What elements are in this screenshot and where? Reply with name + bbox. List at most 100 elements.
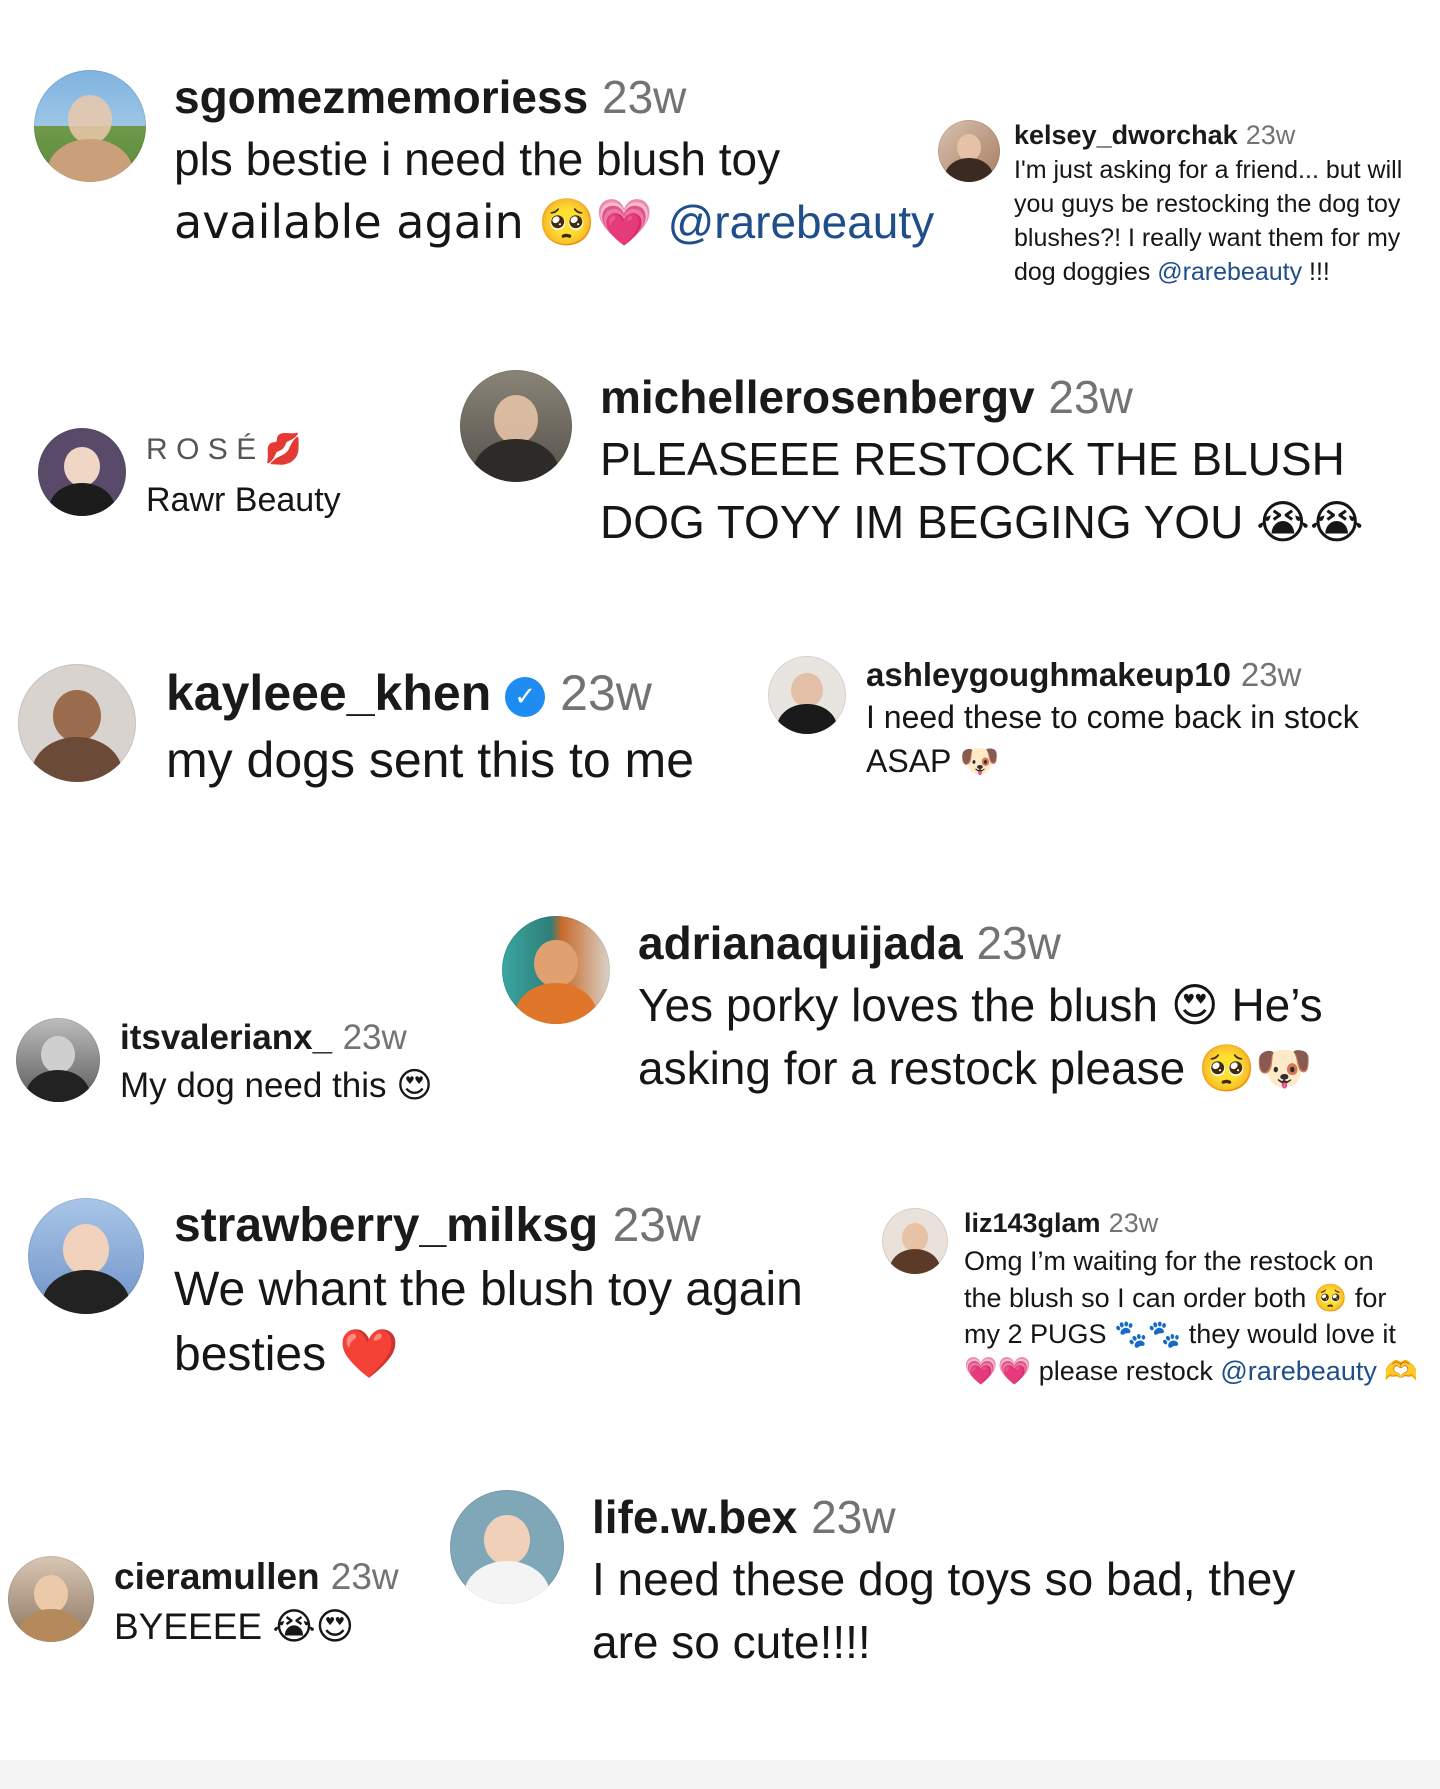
comment-text: I'm just asking for a friend... but will… — [1014, 153, 1402, 289]
comment-header: itsvalerianx_ 23w — [120, 1018, 433, 1058]
comment-ashleygoughmakeup10: ashleygoughmakeup10 23w I need these to c… — [768, 656, 1359, 783]
avatar[interactable] — [450, 1490, 564, 1604]
username[interactable]: michellerosenbergv — [600, 371, 1035, 423]
comment-rose: ROSÉ💋 Rawr Beauty — [38, 428, 341, 523]
comment-line: dog doggies @rarebeauty !!! — [1014, 258, 1330, 286]
comment-header: michellerosenbergv 23w — [600, 370, 1364, 424]
avatar[interactable] — [882, 1208, 948, 1274]
comment-line: I'm just asking for a friend... but will — [1014, 156, 1403, 184]
comment-line: I need these to come back in stock — [866, 699, 1359, 735]
timestamp: 23w — [1245, 120, 1296, 150]
verified-badge-icon: ✓ — [505, 676, 546, 717]
comment-line: PLEASEEE RESTOCK THE BLUSH — [600, 433, 1345, 485]
comment-michellerosenbergv: michellerosenbergv 23w PLEASEEE RESTOCK T… — [460, 370, 1364, 553]
comment-line: available again 🥺💗 @rarebeauty — [174, 194, 935, 249]
avatar[interactable] — [18, 664, 136, 782]
comment-line: Omg I’m waiting for the restock on — [964, 1246, 1374, 1276]
timestamp: 23w — [1108, 1208, 1159, 1238]
username[interactable]: sgomezmemoriess — [174, 71, 588, 123]
comment-line: I need these dog toys so bad, they — [592, 1553, 1296, 1605]
comment-text: Omg I’m waiting for the restock on the b… — [964, 1243, 1418, 1390]
comment-text: Rawr Beauty — [146, 477, 341, 523]
username[interactable]: strawberry_milksg — [174, 1199, 598, 1252]
comment-text: I need these dog toys so bad, they are s… — [592, 1548, 1295, 1673]
mention-link[interactable]: @rarebeauty — [1157, 258, 1302, 286]
comment-line: my dogs sent this to me — [166, 732, 695, 788]
comment-line: pls bestie i need the blush toy — [174, 133, 781, 185]
timestamp: 23w — [811, 1491, 896, 1543]
avatar[interactable] — [16, 1018, 100, 1102]
username[interactable]: kayleee_khen — [166, 665, 491, 721]
comment-liz143glam: liz143glam 23w Omg I’m waiting for the re… — [882, 1208, 1418, 1390]
lips-icon: 💋 — [264, 432, 302, 467]
mention-link[interactable]: @rarebeauty — [668, 196, 935, 248]
username[interactable]: liz143glam — [964, 1208, 1101, 1238]
comment-itsvalerianx: itsvalerianx_ 23w My dog need this 😍 — [16, 1018, 433, 1110]
comment-life-w-bex: life.w.bex 23w I need these dog toys so b… — [450, 1490, 1295, 1673]
comment-text: my dogs sent this to me — [166, 726, 694, 794]
timestamp: 23w — [601, 71, 687, 123]
comment-text: BYEEEE 😭😍 — [114, 1602, 399, 1652]
comment-line: Rawr Beauty — [146, 481, 341, 519]
username[interactable]: adrianaquijada — [638, 917, 963, 969]
comment-header: ashleygoughmakeup10 23w — [866, 656, 1359, 694]
comment-text: I need these to come back in stock ASAP … — [866, 696, 1359, 783]
comment-header: kayleee_khen ✓ 23w — [166, 664, 694, 722]
avatar[interactable] — [34, 70, 146, 182]
comment-strawberry-milksg: strawberry_milksg 23w We whant the blush … — [28, 1198, 803, 1388]
comment-text: PLEASEEE RESTOCK THE BLUSH DOG TOYY IM B… — [600, 428, 1364, 553]
comment-header: cieramullen 23w — [114, 1556, 399, 1598]
avatar[interactable] — [38, 428, 126, 516]
comment-text: We whant the blush toy again besties ❤️ — [174, 1257, 803, 1388]
username[interactable]: kelsey_dworchak — [1014, 120, 1238, 150]
comment-cieramullen: cieramullen 23w BYEEEE 😭😍 — [8, 1556, 399, 1652]
timestamp: 23w — [612, 1199, 701, 1252]
comment-line: 💗💗 please restock @rarebeauty 🫶 — [964, 1356, 1418, 1387]
username[interactable]: cieramullen — [114, 1556, 320, 1597]
avatar[interactable] — [502, 916, 610, 1024]
comment-line: are so cute!!!! — [592, 1615, 871, 1668]
comment-header: ROSÉ💋 — [146, 432, 341, 467]
comment-line: you guys be restocking the dog toy — [1014, 190, 1401, 218]
username[interactable]: life.w.bex — [592, 1491, 797, 1543]
comment-text: pls bestie i need the blush toy availabl… — [174, 128, 934, 253]
comment-line: DOG TOYY IM BEGGING YOU 😭😭 — [600, 495, 1364, 548]
avatar[interactable] — [938, 120, 1000, 182]
username[interactable]: ashleygoughmakeup10 — [866, 656, 1231, 693]
timestamp: 23w — [1240, 656, 1302, 693]
comment-line: We whant the blush toy again — [174, 1263, 803, 1316]
comment-line: My dog need this 😍 — [120, 1066, 433, 1105]
timestamp: 23w — [560, 665, 652, 721]
comment-header: liz143glam 23w — [964, 1208, 1418, 1239]
username[interactable]: itsvalerianx_ — [120, 1018, 332, 1057]
avatar[interactable] — [8, 1556, 94, 1642]
comment-line: Yes porky loves the blush 😍 He’s — [638, 979, 1323, 1031]
comment-header: strawberry_milksg 23w — [174, 1198, 803, 1253]
timestamp: 23w — [976, 917, 1061, 969]
bottom-edge — [0, 1760, 1440, 1789]
comment-text: Yes porky loves the blush 😍 He’s asking … — [638, 974, 1323, 1099]
avatar[interactable] — [28, 1198, 144, 1314]
comment-line: asking for a restock please 🥺🐶 — [638, 1041, 1313, 1094]
comment-text: My dog need this 😍 — [120, 1062, 433, 1110]
comment-line: besties ❤️ — [174, 1328, 400, 1382]
timestamp: 23w — [330, 1556, 399, 1597]
mention-link[interactable]: @rarebeauty — [1220, 1356, 1377, 1386]
comment-header: life.w.bex 23w — [592, 1490, 1295, 1544]
avatar[interactable] — [768, 656, 846, 734]
comment-header: sgomezmemoriess 23w — [174, 70, 934, 124]
comment-line: BYEEEE 😭😍 — [114, 1606, 355, 1647]
comment-header: kelsey_dworchak 23w — [1014, 120, 1402, 151]
timestamp: 23w — [342, 1018, 407, 1057]
comment-adrianaquijada: adrianaquijada 23w Yes porky loves the bl… — [502, 916, 1323, 1099]
comment-header: adrianaquijada 23w — [638, 916, 1323, 970]
comment-kelsey-dworchak: kelsey_dworchak 23w I'm just asking for a… — [938, 120, 1402, 289]
comment-line: ASAP 🐶 — [866, 742, 1000, 779]
comment-line: blushes?! I really want them for my — [1014, 224, 1401, 252]
avatar[interactable] — [460, 370, 572, 482]
comment-line: the blush so I can order both 🥺 for — [964, 1282, 1387, 1313]
comment-sgomezmemoriess: sgomezmemoriess 23w pls bestie i need the… — [34, 70, 934, 253]
comment-line: my 2 PUGS 🐾🐾 they would love it — [964, 1319, 1396, 1350]
username[interactable]: ROSÉ — [146, 433, 265, 466]
comment-kayleee-khen: kayleee_khen ✓ 23w my dogs sent this to m… — [18, 664, 694, 794]
